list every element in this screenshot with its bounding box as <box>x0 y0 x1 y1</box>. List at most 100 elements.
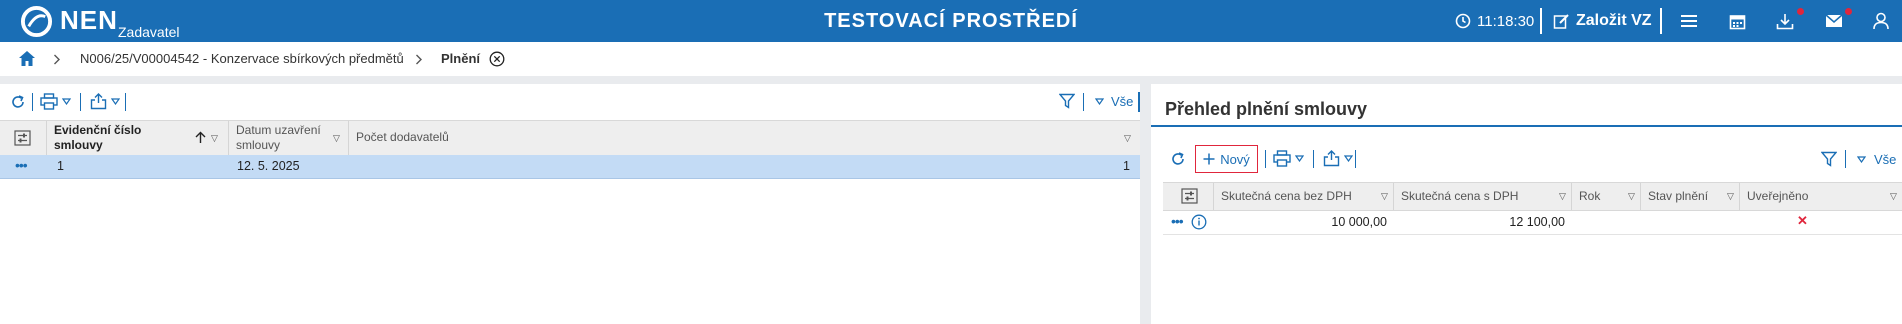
calendar-icon <box>1729 14 1746 29</box>
print-icon <box>1273 150 1291 167</box>
plus-icon <box>1203 153 1215 165</box>
edit-icon <box>1553 13 1569 29</box>
downloads-button[interactable] <box>1776 0 1794 42</box>
caret-down-icon <box>1344 155 1353 162</box>
info-icon[interactable] <box>1191 214 1207 230</box>
refresh-icon[interactable] <box>10 94 26 110</box>
print-menu-button[interactable] <box>1273 150 1304 167</box>
toolbar-divider <box>1355 150 1356 168</box>
chevron-right-icon <box>416 54 422 65</box>
downloads-notification-badge <box>1797 8 1804 15</box>
caret-down-icon <box>111 98 120 105</box>
refresh-icon[interactable] <box>1170 151 1186 167</box>
row-actions-icon[interactable]: ••• <box>1171 213 1184 229</box>
filter-icon[interactable] <box>1821 151 1837 167</box>
new-button-label: Nový <box>1220 151 1250 167</box>
cell-datum: 12. 5. 2025 <box>237 159 300 173</box>
calendar-button[interactable] <box>1729 0 1746 42</box>
column-header-datum[interactable]: Datum uzavření smlouvy ▽ <box>228 121 348 155</box>
column-label: Skutečná cena bez DPH <box>1221 189 1352 203</box>
table-row[interactable]: ••• 10 000,00 12 100,00 ✕ <box>1163 210 1902 235</box>
contracts-panel: Vše Evidenční číslo smlouvy ▽ Datum uzav… <box>0 84 1140 324</box>
table-header: Skutečná cena bez DPH ▽ Skutečná cena s … <box>1163 182 1902 211</box>
cell-evidencni-cislo: 1 <box>57 159 64 173</box>
mail-icon <box>1825 14 1843 27</box>
top-bar: NEN Zadavatel TESTOVACÍ PROSTŘEDÍ 11:18:… <box>0 0 1902 42</box>
export-icon <box>90 93 107 110</box>
toolbar-divider <box>125 93 126 111</box>
column-label: Evidenční číslo smlouvy <box>54 123 142 152</box>
breadcrumb-item-zakazka[interactable]: N006/25/V00004542 - Konzervace sbírkovýc… <box>80 42 404 76</box>
hamburger-icon <box>1681 15 1697 27</box>
column-label: Skutečná cena s DPH <box>1401 189 1519 203</box>
column-label: Počet dodavatelů <box>356 130 449 144</box>
column-menu-icon[interactable]: ▽ <box>1381 191 1388 202</box>
title-underline <box>1151 125 1902 127</box>
column-menu-icon[interactable]: ▽ <box>1727 191 1734 202</box>
print-icon <box>40 93 58 110</box>
create-vz-label: Založit VZ <box>1576 12 1652 29</box>
export-menu-button[interactable] <box>90 93 120 110</box>
toolbar-divider <box>1265 150 1266 168</box>
column-label: Datum uzavření smlouvy <box>236 123 321 152</box>
column-settings-icon <box>1181 188 1198 204</box>
table-row[interactable]: ••• 1 12. 5. 2025 1 <box>0 155 1140 179</box>
download-icon <box>1776 13 1794 29</box>
column-header-stav-plneni[interactable]: Stav plnění ▽ <box>1640 183 1739 210</box>
toolbar-divider <box>1540 8 1542 34</box>
messages-notification-badge <box>1845 8 1852 15</box>
column-label: Uveřejněno <box>1747 189 1809 203</box>
toolbar-divider <box>1660 8 1662 34</box>
column-header-rok[interactable]: Rok ▽ <box>1571 183 1640 210</box>
chevron-right-icon <box>54 54 60 65</box>
menu-button[interactable] <box>1680 0 1698 42</box>
filter-all-label: Vše <box>1874 152 1897 167</box>
export-icon <box>1323 150 1340 167</box>
clock-text: 11:18:30 <box>1477 12 1535 30</box>
row-actions-icon[interactable]: ••• <box>15 157 28 173</box>
cell-cena-s-dph: 12 100,00 <box>1509 215 1565 229</box>
cell-cena-bez-dph: 10 000,00 <box>1331 215 1387 229</box>
messages-button[interactable] <box>1825 0 1843 42</box>
breadcrumb: N006/25/V00004542 - Konzervace sbírkovýc… <box>0 42 1902 76</box>
cell-pocet: 1 <box>1123 159 1130 173</box>
column-header-uverejneno[interactable]: Uveřejněno ▽ <box>1739 183 1902 210</box>
breadcrumb-item-plneni: Plnění <box>441 51 481 66</box>
column-label: Rok <box>1579 189 1601 203</box>
column-menu-icon[interactable]: ▽ <box>211 133 218 144</box>
unpublished-x-icon: ✕ <box>1797 213 1808 228</box>
column-header-pocet[interactable]: Počet dodavatelů ▽ <box>348 121 1140 155</box>
column-menu-icon[interactable]: ▽ <box>333 133 340 144</box>
caret-down-icon <box>1295 155 1304 162</box>
toolbar-divider <box>1083 93 1084 111</box>
user-button[interactable] <box>1873 0 1889 42</box>
clock-icon <box>1455 13 1471 29</box>
column-menu-icon[interactable]: ▽ <box>1559 191 1566 202</box>
user-icon <box>1873 12 1889 30</box>
create-vz-button[interactable]: Založit VZ <box>1553 0 1652 42</box>
close-circle-icon[interactable] <box>489 51 505 67</box>
column-menu-icon[interactable]: ▽ <box>1124 133 1131 144</box>
toolbar-divider <box>1313 150 1314 168</box>
column-header-cena-s-dph[interactable]: Skutečná cena s DPH ▽ <box>1393 183 1571 210</box>
column-header-evidencni-cislo[interactable]: Evidenční číslo smlouvy ▽ <box>46 121 228 155</box>
column-settings-cell[interactable] <box>0 121 46 155</box>
filter-all-dropdown[interactable]: Vše <box>1095 94 1133 109</box>
export-menu-button[interactable] <box>1323 150 1353 167</box>
column-label: Stav plnění <box>1648 189 1709 203</box>
toolbar-divider <box>1845 150 1846 168</box>
column-settings-cell[interactable] <box>1163 183 1213 210</box>
column-menu-icon[interactable]: ▽ <box>1628 191 1635 202</box>
caret-down-icon <box>1857 156 1866 163</box>
sort-ascending-icon[interactable] <box>195 131 206 144</box>
new-button[interactable]: Nový <box>1195 145 1258 173</box>
column-header-cena-bez-dph[interactable]: Skutečná cena bez DPH ▽ <box>1213 183 1393 210</box>
print-menu-button[interactable] <box>40 93 71 110</box>
filter-icon[interactable] <box>1059 93 1075 109</box>
caret-down-icon <box>62 98 71 105</box>
panel-title: Přehled plnění smlouvy <box>1165 99 1368 119</box>
fulfillment-panel: Přehled plnění smlouvy Nový Vše Skutečná… <box>1151 84 1902 324</box>
home-icon[interactable] <box>18 50 36 67</box>
filter-all-dropdown[interactable]: Vše <box>1857 152 1896 167</box>
column-menu-icon[interactable]: ▽ <box>1890 191 1897 202</box>
